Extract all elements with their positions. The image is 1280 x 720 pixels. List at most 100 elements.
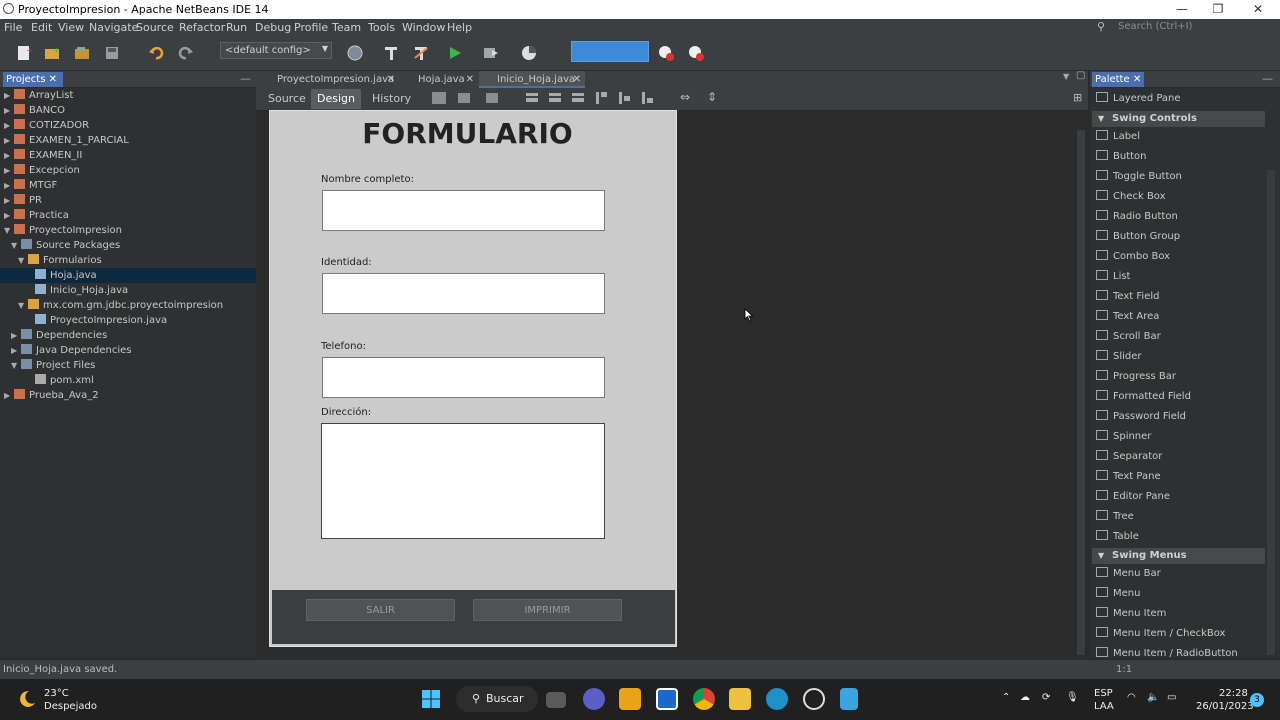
minimize-panel-icon[interactable]: —: [1262, 72, 1273, 85]
palette-item-menu-bar[interactable]: Menu Bar: [1096, 566, 1161, 582]
menu-edit[interactable]: Edit: [31, 21, 52, 34]
collapsed-arrow-icon[interactable]: ▶: [4, 148, 14, 163]
palette-item-spinner[interactable]: Spinner: [1096, 429, 1151, 445]
tree-item[interactable]: ▼ Source Packages: [0, 238, 256, 253]
menu-view[interactable]: View: [58, 21, 84, 34]
nombre-input[interactable]: [322, 190, 605, 231]
palette-item-combo-box[interactable]: Combo Box: [1096, 249, 1170, 265]
close-icon[interactable]: ✕: [1133, 74, 1141, 85]
sync-icon[interactable]: ⟳: [1042, 692, 1050, 703]
palette-item-editor-pane[interactable]: Editor Pane: [1096, 489, 1170, 505]
globe-icon[interactable]: [346, 44, 364, 62]
taskbar-search[interactable]: ⚲ Buscar: [456, 686, 538, 712]
palette-item-tree[interactable]: Tree: [1096, 509, 1134, 525]
menu-debug[interactable]: Debug: [255, 21, 291, 34]
collapsed-arrow-icon[interactable]: ▶: [11, 328, 21, 343]
language-code[interactable]: ESP: [1094, 688, 1113, 699]
menu-window[interactable]: Window: [402, 21, 445, 34]
collapsed-arrow-icon[interactable]: ▶: [4, 178, 14, 193]
weather-moon-icon[interactable]: [17, 689, 37, 709]
menu-navigate[interactable]: Navigate: [89, 21, 138, 34]
file-explorer-icon[interactable]: [729, 688, 751, 710]
tree-item[interactable]: ▶ ArrayList: [0, 88, 256, 103]
palette-tab[interactable]: Palette ✕: [1092, 72, 1144, 87]
close-icon[interactable]: ✕: [466, 71, 474, 88]
palette-item-password-field[interactable]: Password Field: [1096, 409, 1186, 425]
expanded-arrow-icon[interactable]: ▼: [1098, 111, 1104, 127]
collapsed-arrow-icon[interactable]: ▶: [4, 208, 14, 223]
palette-item-separator[interactable]: Separator: [1096, 449, 1162, 465]
vertical-scrollbar[interactable]: [1077, 130, 1085, 655]
collapsed-arrow-icon[interactable]: ▶: [11, 343, 21, 358]
tree-item[interactable]: ▶ Java Dependencies: [0, 343, 256, 358]
menu-source[interactable]: Source: [136, 21, 174, 34]
microphone-icon[interactable]: 🎙: [1066, 692, 1079, 703]
gc-icon[interactable]: [657, 44, 675, 62]
direccion-textarea[interactable]: [321, 423, 605, 539]
palette-item-check-box[interactable]: Check Box: [1096, 189, 1166, 205]
undo-icon[interactable]: [147, 44, 165, 62]
language-layout[interactable]: LAA: [1094, 701, 1114, 712]
quick-search-input[interactable]: Search (Ctrl+I): [1118, 21, 1280, 35]
palette-item-menu-item[interactable]: Menu Item: [1096, 606, 1166, 622]
gc-profile-icon[interactable]: [687, 44, 705, 62]
tree-item[interactable]: ▼ mx.com.gm.jdbc.proyectoimpresion: [0, 298, 256, 313]
salir-button[interactable]: SALIR: [306, 599, 455, 621]
identidad-input[interactable]: [322, 273, 605, 314]
restore-button[interactable]: ❐: [1198, 1, 1238, 18]
notification-badge[interactable]: 3: [1250, 693, 1264, 707]
weather-desc[interactable]: Despejado: [44, 701, 97, 712]
menu-help[interactable]: Help: [447, 21, 472, 34]
chrome-icon[interactable]: [693, 688, 715, 710]
task-view-icon[interactable]: [546, 692, 566, 708]
maximize-icon[interactable]: ▢: [1076, 70, 1085, 81]
menu-run[interactable]: Run: [226, 21, 247, 34]
palette-scrollbar[interactable]: [1267, 170, 1275, 655]
palette-item-table[interactable]: Table: [1096, 529, 1139, 545]
tree-item[interactable]: ▶ EXAMEN_1_PARCIAL: [0, 133, 256, 148]
resize-horizontal-icon[interactable]: ⇔: [680, 90, 690, 104]
open-project-icon[interactable]: [73, 44, 91, 62]
palette-item-layered-pane[interactable]: Layered Pane: [1096, 91, 1181, 107]
collapsed-arrow-icon[interactable]: ▶: [4, 193, 14, 208]
tree-item[interactable]: ▶ Excepcion: [0, 163, 256, 178]
menu-profile[interactable]: Profile: [294, 21, 328, 34]
palette-item-button[interactable]: Button: [1096, 149, 1147, 165]
palette-item-menu-item-checkbox[interactable]: Menu Item / CheckBox: [1096, 626, 1225, 642]
expanded-arrow-icon[interactable]: ▼: [18, 298, 28, 313]
expanded-arrow-icon[interactable]: ▼: [11, 238, 21, 253]
tree-item[interactable]: ▶ COTIZADOR: [0, 118, 256, 133]
palette-item-radio-button[interactable]: Radio Button: [1096, 209, 1178, 225]
tree-item[interactable]: ▼ Formularios: [0, 253, 256, 268]
collapsed-arrow-icon[interactable]: ▶: [4, 88, 14, 103]
menu-file[interactable]: File: [4, 21, 22, 34]
redo-icon[interactable]: [177, 44, 195, 62]
tree-item[interactable]: pom.xml: [0, 373, 256, 388]
close-icon[interactable]: ✕: [387, 71, 395, 88]
tree-item[interactable]: ▼ ProyectoImpresion: [0, 223, 256, 238]
chevron-up-icon[interactable]: ⌃: [1002, 692, 1010, 703]
telefono-input[interactable]: [322, 357, 605, 398]
design-view-button[interactable]: Design: [311, 89, 361, 109]
tree-item[interactable]: ▶ BANCO: [0, 103, 256, 118]
palette-item-text-field[interactable]: Text Field: [1096, 289, 1159, 305]
tab-list-icon[interactable]: ▼: [1063, 72, 1069, 81]
palette-item-slider[interactable]: Slider: [1096, 349, 1142, 365]
palette-category-swing-controls[interactable]: ▼ Swing Controls: [1092, 111, 1265, 127]
tree-item[interactable]: Hoja.java: [0, 268, 256, 283]
cloud-icon[interactable]: ☁: [1020, 692, 1030, 703]
add-icon[interactable]: ⊞: [1073, 91, 1082, 104]
palette-item-list[interactable]: List: [1096, 269, 1130, 285]
clock-date[interactable]: 26/01/2023: [1196, 701, 1254, 712]
palette-item-scroll-bar[interactable]: Scroll Bar: [1096, 329, 1161, 345]
palette-item-menu[interactable]: Menu: [1096, 586, 1140, 602]
minimize-button[interactable]: —: [1162, 1, 1202, 18]
build-hammer-icon[interactable]: [382, 44, 400, 62]
edge-icon[interactable]: [766, 688, 788, 710]
projects-tab[interactable]: Projects ✕: [3, 72, 63, 87]
run-icon[interactable]: [446, 44, 464, 62]
windows-start-icon[interactable]: [421, 689, 441, 709]
imprimir-button[interactable]: IMPRIMIR: [473, 599, 622, 621]
weather-temp[interactable]: 23°C: [44, 688, 69, 699]
collapsed-arrow-icon[interactable]: ▶: [4, 103, 14, 118]
